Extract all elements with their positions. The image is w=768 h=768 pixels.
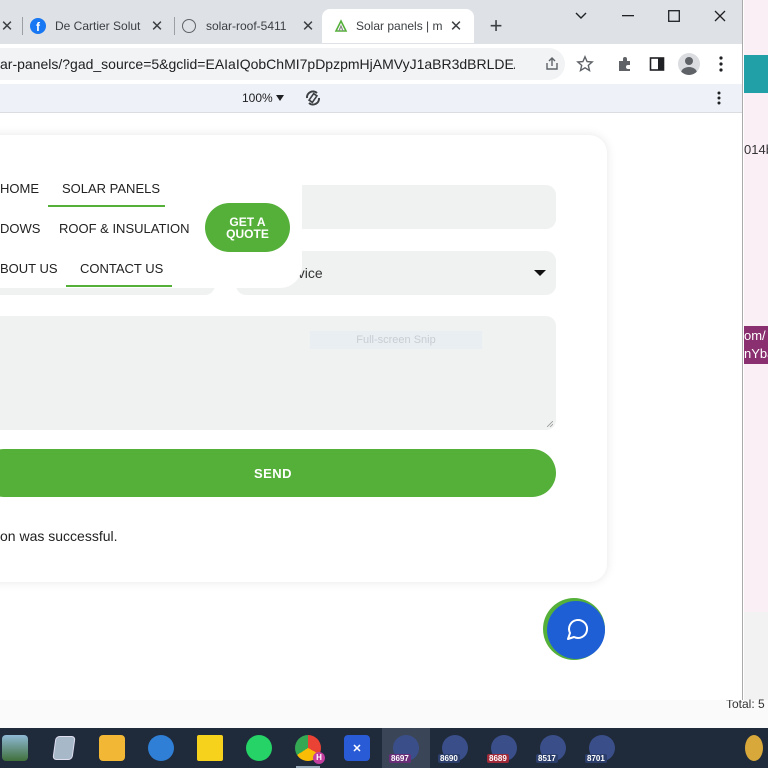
- nav-item-contact-us[interactable]: CONTACT US: [80, 261, 163, 276]
- close-window-button[interactable]: [697, 4, 742, 28]
- rotate-sync-icon[interactable]: [303, 88, 323, 108]
- background-teal-block: [744, 55, 768, 93]
- document-icon: 8701: [585, 735, 615, 763]
- taskbar-chrome-icon[interactable]: H: [284, 728, 332, 768]
- nav-item-windows[interactable]: DOWS: [0, 221, 40, 236]
- share-icon[interactable]: [540, 52, 564, 76]
- globe-icon: [182, 19, 196, 33]
- nav-item-about-us[interactable]: BOUT US: [0, 261, 58, 276]
- background-purple-block: om/ nYba: [744, 326, 768, 364]
- document-number: 8697: [389, 754, 411, 763]
- close-icon[interactable]: ✕: [0, 18, 14, 35]
- taskbar: H ✕ 8697 8690 8689 8517 8701: [0, 728, 768, 768]
- close-icon[interactable]: ✕: [448, 18, 464, 35]
- browser-menu-icon[interactable]: [709, 52, 733, 76]
- browser-window: ✕ f De Cartier Solut ✕ solar-roof-5411 ✕…: [0, 0, 743, 700]
- taskbar-document-8517[interactable]: 8517: [529, 728, 577, 768]
- tab-strip: ✕ f De Cartier Solut ✕ solar-roof-5411 ✕…: [0, 0, 742, 44]
- extensions-puzzle-icon[interactable]: [613, 52, 637, 76]
- minimize-button[interactable]: [605, 4, 651, 28]
- document-icon: 8517: [536, 735, 566, 763]
- browser-toolbar: ar-panels/?gad_source=5&gclid=EAIaIQobCh…: [0, 44, 742, 84]
- taskbar-document-8701[interactable]: 8701: [578, 728, 626, 768]
- address-bar[interactable]: ar-panels/?gad_source=5&gclid=EAIaIQobCh…: [0, 48, 565, 80]
- document-icon: 8697: [389, 735, 419, 763]
- site-favicon-icon: [334, 19, 348, 33]
- send-button[interactable]: SEND: [0, 449, 556, 497]
- background-strip: [0, 700, 768, 728]
- zoom-bar: 100%: [0, 84, 742, 113]
- tab-separator: [22, 17, 23, 35]
- background-text: om/: [744, 328, 766, 343]
- tab-separator: [174, 17, 175, 35]
- taskbar-sticky-notes-icon[interactable]: [186, 728, 234, 768]
- taskbar-file-explorer-icon[interactable]: [88, 728, 136, 768]
- document-icon: 8690: [438, 735, 468, 763]
- background-text: 014b: [744, 142, 768, 157]
- tab-partial[interactable]: ✕: [0, 9, 14, 43]
- new-tab-button[interactable]: +: [484, 13, 508, 38]
- resize-handle-icon[interactable]: [547, 421, 553, 427]
- nav-item-solar-panels[interactable]: SOLAR PANELS: [62, 181, 160, 196]
- taskbar-remote-desktop-icon[interactable]: [137, 728, 185, 768]
- zoom-level[interactable]: 100%: [242, 91, 284, 105]
- zoom-bar-menu-icon[interactable]: [717, 91, 721, 110]
- tab-solar-roof[interactable]: solar-roof-5411 ✕: [182, 9, 322, 43]
- document-number: 8701: [585, 754, 607, 763]
- nav-active-underline: [66, 285, 172, 287]
- chat-icon: [547, 601, 605, 659]
- nav-item-home[interactable]: HOME: [0, 181, 39, 196]
- taskbar-document-8690[interactable]: 8690: [431, 728, 479, 768]
- document-number: 8689: [487, 754, 509, 763]
- chat-button[interactable]: [543, 598, 605, 660]
- bookmark-star-icon[interactable]: [573, 52, 597, 76]
- get-quote-label: GET A QUOTE: [226, 214, 269, 241]
- taskbar-whatsapp-icon[interactable]: [235, 728, 283, 768]
- snip-overlay-label: Full-screen Snip: [310, 331, 482, 349]
- caret-down-icon: [534, 270, 546, 276]
- tab-title: Solar panels | m: [356, 19, 442, 33]
- taskbar-document-8689[interactable]: 8689: [480, 728, 528, 768]
- background-text: nYba: [744, 346, 768, 361]
- url-text[interactable]: ar-panels/?gad_source=5&gclid=EAIaIQobCh…: [0, 56, 515, 72]
- taskbar-app-x-icon[interactable]: ✕: [333, 728, 381, 768]
- profile-avatar-icon[interactable]: [677, 52, 701, 76]
- tab-title: De Cartier Solut: [55, 19, 141, 33]
- close-icon[interactable]: ✕: [300, 18, 316, 35]
- side-panel-icon[interactable]: [645, 52, 669, 76]
- taskbar-app-landscape-icon[interactable]: [0, 728, 36, 768]
- nav-active-underline: [48, 205, 165, 207]
- success-message: on was successful.: [0, 528, 118, 544]
- taskbar-tray-icon[interactable]: [740, 728, 768, 768]
- background-gray-block: [744, 612, 768, 700]
- maximize-button[interactable]: [651, 4, 697, 28]
- document-number: 8517: [536, 754, 558, 763]
- nav-item-roof-insulation[interactable]: ROOF & INSULATION: [59, 221, 190, 236]
- tab-title: solar-roof-5411: [206, 19, 287, 33]
- web-page: se a service Full-screen Snip SEND on wa…: [0, 113, 742, 700]
- get-quote-button[interactable]: GET A QUOTE: [205, 203, 290, 252]
- zoom-level-text: 100%: [242, 91, 273, 105]
- close-icon[interactable]: ✕: [149, 18, 165, 35]
- chrome-profile-badge: H: [313, 752, 325, 764]
- tab-search-chevron-down-icon[interactable]: [558, 4, 604, 28]
- taskbar-document-8697[interactable]: 8697: [382, 728, 430, 768]
- taskbar-app-tablet-icon[interactable]: [40, 728, 88, 768]
- document-icon: 8689: [487, 735, 517, 763]
- tab-solar-panels[interactable]: Solar panels | m ✕: [322, 9, 474, 43]
- facebook-icon: f: [30, 18, 46, 34]
- tab-facebook[interactable]: f De Cartier Solut ✕: [30, 9, 170, 43]
- document-number: 8690: [438, 754, 460, 763]
- background-window: 014b om/ nYba: [744, 0, 768, 700]
